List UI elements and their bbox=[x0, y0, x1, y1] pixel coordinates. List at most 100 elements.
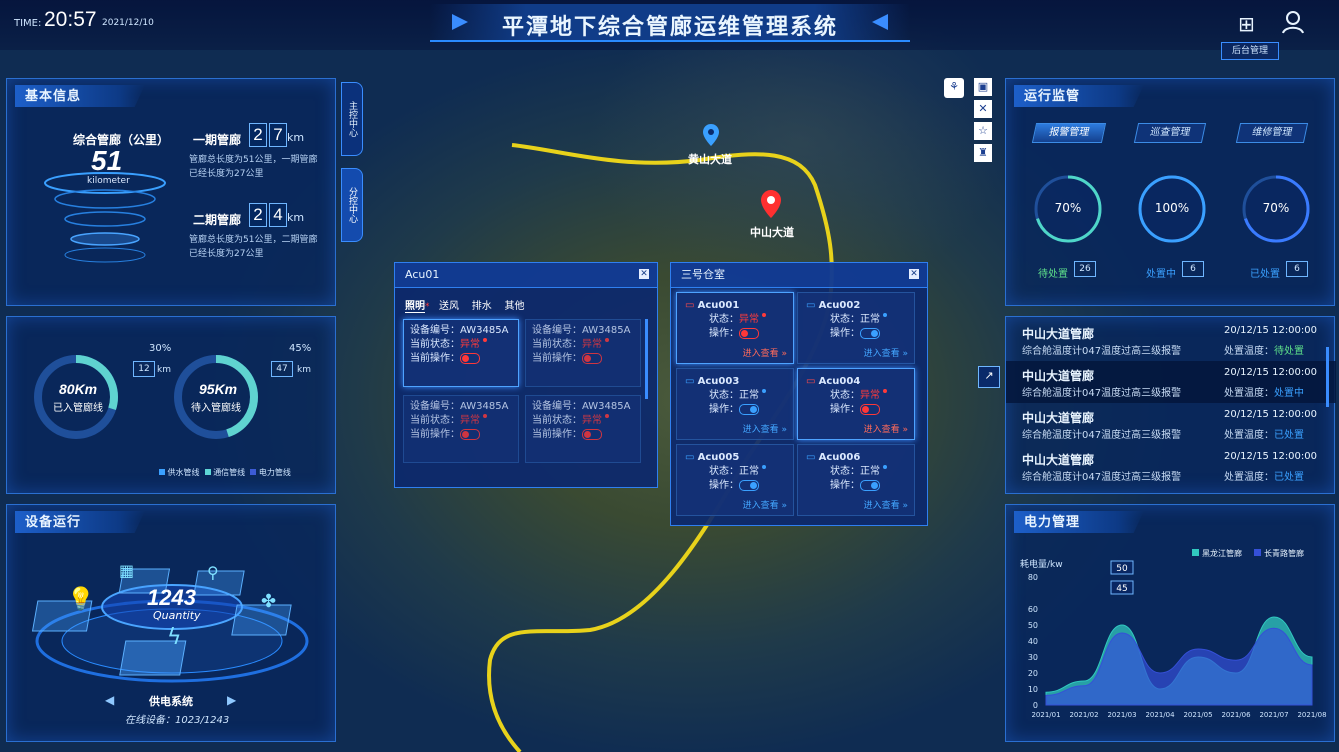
toggle-switch[interactable] bbox=[582, 352, 602, 364]
ring-count: 6 bbox=[1286, 261, 1308, 277]
data-point bbox=[1083, 680, 1085, 682]
next-arrow-icon[interactable]: ▶ bbox=[227, 693, 236, 707]
user-icon[interactable] bbox=[1282, 10, 1304, 37]
tab-alarm[interactable]: 报警管理 bbox=[1031, 123, 1107, 143]
warehouse-card[interactable]: ▭ Acu001 状态：异常 操作： 进入查看 » bbox=[676, 292, 794, 364]
tab-lighting[interactable]: 照明 bbox=[405, 301, 425, 313]
pipeline-right-unit: km bbox=[297, 365, 311, 375]
toggle-switch[interactable] bbox=[460, 428, 480, 440]
tab-other[interactable]: 其他 bbox=[504, 301, 524, 312]
briefcase-icon[interactable]: ▣ bbox=[974, 78, 992, 96]
alert-row[interactable]: 中山大道管廊 综合舱温度计047温度过高三级报警 20/12/15 12:00:… bbox=[1006, 403, 1336, 445]
online-count: 在线设备：1023/1243 bbox=[125, 715, 230, 726]
data-point bbox=[1121, 632, 1123, 634]
equipment-count: 1243 bbox=[147, 585, 196, 610]
star-icon[interactable]: ☆ bbox=[974, 122, 992, 140]
x-tick-label: 2021/02 bbox=[1069, 711, 1098, 719]
tools-icon[interactable]: ✕ bbox=[974, 100, 992, 118]
enter-link[interactable]: 进入查看 » bbox=[743, 346, 787, 359]
toggle-switch[interactable] bbox=[739, 479, 759, 491]
tab-drain[interactable]: 排水 bbox=[472, 301, 492, 312]
warehouse-card[interactable]: ▭ Acu002 状态：正常 操作： 进入查看 » bbox=[797, 292, 915, 364]
toggle-switch[interactable] bbox=[860, 403, 880, 415]
alert-state: 已处置 bbox=[1274, 430, 1304, 441]
data-point bbox=[1311, 656, 1313, 658]
device-state: 异常 bbox=[460, 415, 480, 426]
annotation-label: 45 bbox=[1116, 584, 1127, 594]
data-point bbox=[1159, 672, 1161, 674]
warehouse-card[interactable]: ▭ Acu006 状态：正常 操作： 进入查看 » bbox=[797, 444, 915, 516]
enter-link[interactable]: 进入查看 » bbox=[864, 346, 908, 359]
toggle-switch[interactable] bbox=[739, 403, 759, 415]
toggle-switch[interactable] bbox=[860, 327, 880, 339]
bulb-icon: 💡 bbox=[67, 587, 95, 612]
ring-count: 6 bbox=[1182, 261, 1204, 277]
admin-button[interactable]: 后台管理 bbox=[1221, 42, 1279, 60]
main-control-tab[interactable]: 主控中心 bbox=[341, 82, 363, 156]
toggle-switch[interactable] bbox=[860, 479, 880, 491]
equipment-platform-graphic bbox=[31, 568, 309, 683]
legend-water: 供水管线 bbox=[167, 468, 200, 477]
y-tick-label: 80 bbox=[1028, 573, 1038, 582]
enter-link[interactable]: 进入查看 » bbox=[864, 498, 908, 511]
x-tick-label: 2021/05 bbox=[1183, 711, 1212, 719]
acu-state: 正常 bbox=[739, 390, 759, 401]
device-card[interactable]: 设备编号：AW3485A 当前状态：异常 当前操作： bbox=[525, 319, 641, 387]
prev-arrow-icon[interactable]: ◀ bbox=[105, 693, 114, 707]
close-icon[interactable]: ✕ bbox=[909, 269, 919, 279]
warehouse-card[interactable]: ▭ Acu003 状态：正常 操作： 进入查看 » bbox=[676, 368, 794, 440]
alert-pin-icon[interactable] bbox=[760, 190, 782, 221]
bag-icon[interactable]: ♜ bbox=[974, 144, 992, 162]
pipeline-left-label: 已入管廊线 bbox=[53, 403, 103, 414]
phase2-digit: 2 bbox=[249, 203, 267, 227]
enter-link[interactable]: 进入查看 » bbox=[743, 498, 787, 511]
acu-name: Acu001 bbox=[697, 300, 740, 311]
apps-grid-icon[interactable]: ⊞ bbox=[1238, 12, 1255, 36]
status-dot bbox=[883, 313, 887, 317]
warehouse-card[interactable]: ▭ Acu005 状态：正常 操作： 进入查看 » bbox=[676, 444, 794, 516]
x-tick-label: 2021/03 bbox=[1107, 711, 1136, 719]
alert-state: 已处置 bbox=[1274, 472, 1304, 483]
toggle-switch[interactable] bbox=[739, 327, 759, 339]
toggle-switch[interactable] bbox=[582, 428, 602, 440]
device-op-label: 当前操作： bbox=[532, 429, 582, 440]
scrollbar[interactable] bbox=[1326, 347, 1329, 407]
data-point bbox=[1273, 627, 1275, 629]
share-icon[interactable]: ⚘ bbox=[944, 78, 964, 98]
device-card[interactable]: 设备编号：AW3485A 当前状态：异常 当前操作： bbox=[403, 319, 519, 387]
sub-control-tab[interactable]: 分控中心 bbox=[341, 168, 363, 242]
alert-row[interactable]: 中山大道管廊 综合舱温度计047温度过高三级报警 20/12/15 12:00:… bbox=[1006, 445, 1336, 487]
tab-patrol[interactable]: 巡查管理 bbox=[1133, 123, 1207, 143]
legend-swatch bbox=[1254, 549, 1261, 556]
device-state-label: 当前状态： bbox=[410, 415, 460, 426]
device-code-label: 设备编号： bbox=[532, 325, 582, 336]
toggle-switch[interactable] bbox=[460, 352, 480, 364]
pipeline-panel: 80Km 已入管廊线 30% 12 km 95Km 待入管廊线 45% 47 k… bbox=[6, 316, 336, 494]
device-card[interactable]: 设备编号：AW3485A 当前状态：异常 当前操作： bbox=[525, 395, 641, 463]
warehouse-header: 三号仓室 ✕ bbox=[671, 263, 927, 288]
enter-link[interactable]: 进入查看 » bbox=[864, 422, 908, 435]
status-dot bbox=[605, 338, 609, 342]
alert-row[interactable]: 中山大道管廊 综合舱温度计047温度过高三级报警 20/12/15 12:00:… bbox=[1006, 361, 1336, 403]
tab-air[interactable]: 送风 bbox=[439, 301, 459, 312]
acu-name: Acu002 bbox=[818, 300, 861, 311]
location-pin-icon[interactable] bbox=[702, 124, 720, 149]
warehouse-title: 三号仓室 bbox=[681, 268, 725, 281]
tab-repair[interactable]: 维修管理 bbox=[1235, 123, 1309, 143]
y-tick-label: 40 bbox=[1028, 637, 1038, 646]
scrollbar[interactable] bbox=[645, 319, 648, 399]
enter-link[interactable]: 进入查看 » bbox=[743, 422, 787, 435]
ring-count: 26 bbox=[1074, 261, 1096, 277]
alert-row[interactable]: 中山大道管廊 综合舱温度计047温度过高三级报警 20/12/15 12:00:… bbox=[1006, 319, 1336, 361]
warehouse-card[interactable]: ▭ Acu004 状态：异常 操作： 进入查看 » bbox=[797, 368, 915, 440]
monitor-title: 运行监管 bbox=[1014, 85, 1144, 107]
expand-arrow-icon[interactable]: ↗ bbox=[978, 366, 1000, 388]
acu-state: 正常 bbox=[860, 466, 880, 477]
alert-name: 中山大道管廊 bbox=[1022, 369, 1095, 383]
device-card[interactable]: 设备编号：AW3485A 当前状态：异常 当前操作： bbox=[403, 395, 519, 463]
legend-swatch-comm bbox=[204, 469, 211, 475]
status-dot bbox=[762, 313, 766, 317]
cylinder-graphic bbox=[44, 172, 166, 263]
close-icon[interactable]: ✕ bbox=[639, 269, 649, 279]
fan-icon: ✤ bbox=[261, 591, 277, 612]
